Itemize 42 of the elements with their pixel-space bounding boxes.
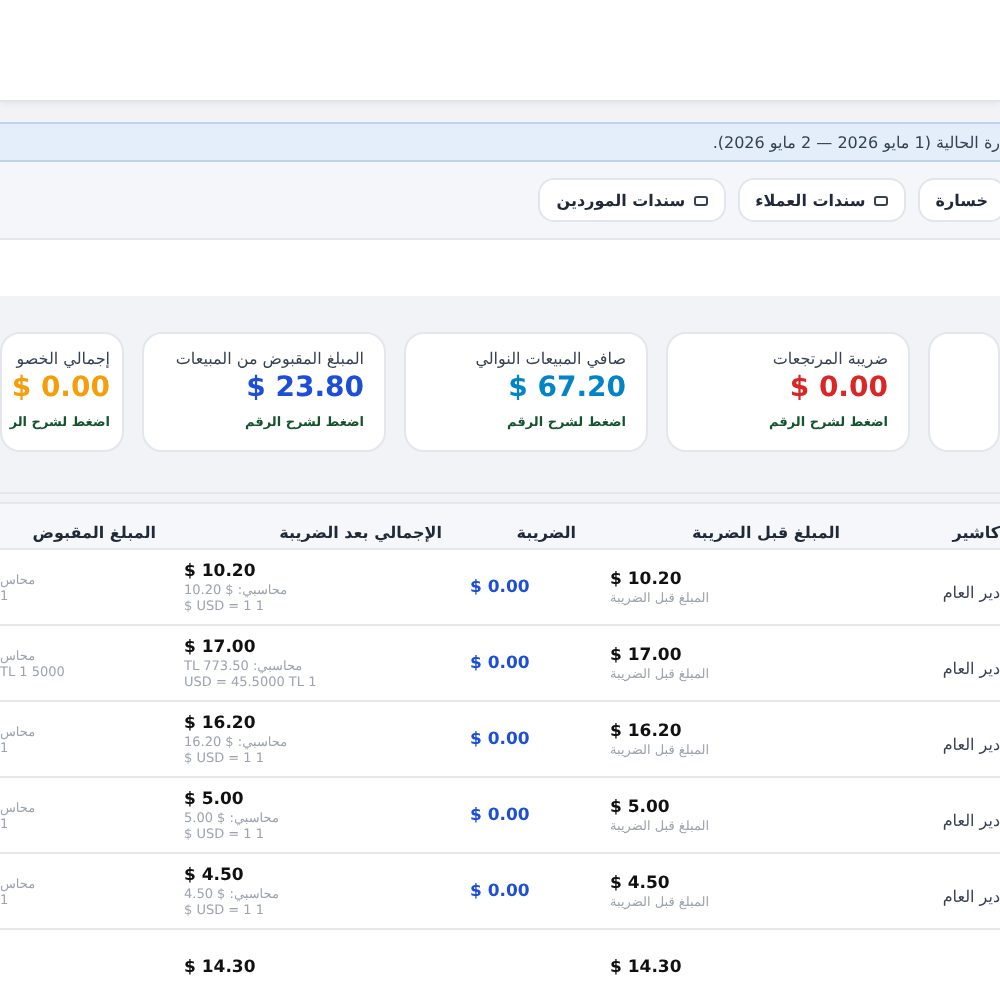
card-label: صافي المبيعات النوالي xyxy=(475,350,626,368)
column-header[interactable]: المبلغ المقبوض xyxy=(32,523,156,541)
tax-amount: $ 0.00 xyxy=(470,653,530,673)
report-button[interactable]: سندات الموردين xyxy=(538,178,726,222)
card-value: $ 0.00 xyxy=(789,372,888,404)
amount-text: $ 17.00 xyxy=(610,645,682,665)
amount-text: $ 5.00 xyxy=(610,797,670,817)
tax-amount: $ 0.00 xyxy=(470,729,530,749)
amount-text: $ 17.00 xyxy=(184,637,256,657)
card-label: المبلغ المقبوض من المبيعات xyxy=(175,350,364,368)
report-button[interactable]: خسارة xyxy=(917,178,1000,222)
amount-text: $ 14.30 xyxy=(610,957,682,977)
tax-amount: $ 0.00 xyxy=(470,577,530,597)
report-button[interactable]: سندات العملاء xyxy=(737,178,906,222)
card-value: $ 67.20 xyxy=(508,372,626,404)
document-icon xyxy=(873,195,888,205)
table-cell: دير العام xyxy=(942,584,1000,602)
column-header[interactable]: المبلغ قبل الضريبة xyxy=(691,523,840,541)
amount-text: $ 14.30 xyxy=(184,957,256,977)
card-value: $ 23.80 xyxy=(246,372,364,404)
amount-text: $ 4.50 xyxy=(610,873,670,893)
table-cell: دير العام xyxy=(942,888,1000,906)
amount-text: $ 16.20 xyxy=(610,721,682,741)
tax-amount: $ 0.00 xyxy=(470,881,530,901)
card-label: إجمالي الخصو xyxy=(16,350,110,368)
card-label: ضريبة المرتجعات xyxy=(772,350,888,368)
card-value: $ 0.00 xyxy=(11,372,110,404)
column-header[interactable]: كاشير xyxy=(952,523,1000,541)
date-range-text: رة الحالية (1 مايو 2026 — 2 مايو 2026). xyxy=(712,133,1000,151)
amount-text: $ 4.50 xyxy=(184,865,244,885)
amount-text: $ 16.20 xyxy=(184,713,256,733)
table-cell: دير العام xyxy=(942,812,1000,830)
table-cell: دير العام xyxy=(942,736,1000,754)
amount-text: $ 5.00 xyxy=(184,789,244,809)
column-header[interactable]: الإجمالي بعد الضريبة xyxy=(279,523,442,541)
table-cell: دير العام xyxy=(942,660,1000,678)
amount-text: $ 10.20 xyxy=(610,569,682,589)
document-icon xyxy=(693,195,708,205)
column-header[interactable]: الضريبة xyxy=(516,523,576,541)
tax-amount: $ 0.00 xyxy=(470,805,530,825)
amount-text: $ 10.20 xyxy=(184,561,256,581)
summary-card xyxy=(928,332,1000,452)
